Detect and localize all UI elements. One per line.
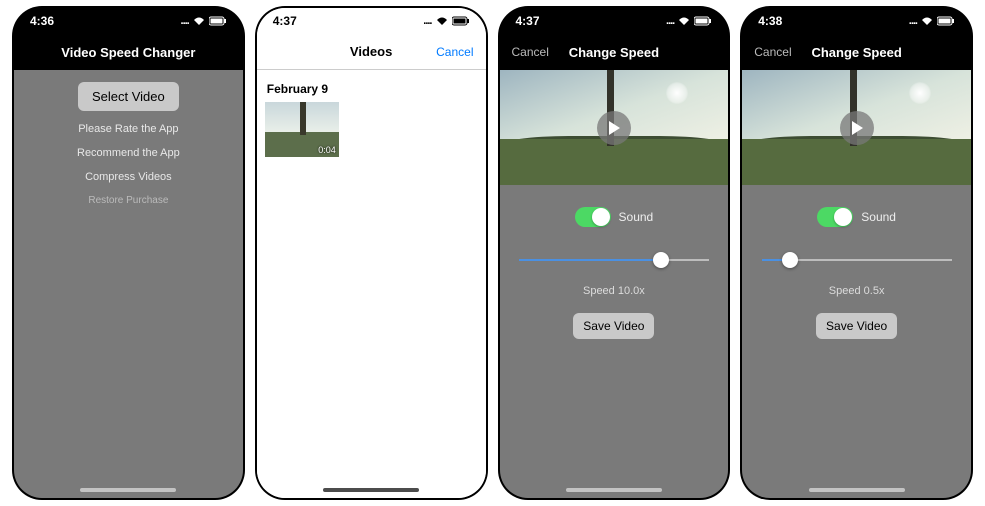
cellular-icon: .... <box>666 15 674 27</box>
sound-toggle-row: Sound <box>575 207 654 227</box>
screen-speed-fast: 4:37 .... Cancel Change Speed Sound <box>500 8 729 498</box>
slider-thumb[interactable] <box>782 252 798 268</box>
page-title: Change Speed <box>811 45 901 60</box>
cancel-button[interactable]: Cancel <box>436 45 473 59</box>
wifi-icon <box>678 16 690 26</box>
home-indicator <box>323 488 419 492</box>
compress-videos-link[interactable]: Compress Videos <box>85 171 172 183</box>
home-body: Select Video Please Rate the App Recomme… <box>14 70 243 498</box>
screen-picker: 4:37 .... Videos Cancel February 9 0:04 <box>257 8 486 498</box>
picker-body: February 9 0:04 <box>257 70 486 498</box>
status-time: 4:38 <box>758 14 782 28</box>
play-icon <box>609 121 620 135</box>
page-title: Videos <box>350 44 392 59</box>
battery-icon <box>452 16 470 26</box>
battery-icon <box>694 16 712 26</box>
speed-body: Sound Speed 10.0x Save Video <box>500 70 729 498</box>
restore-purchase-link[interactable]: Restore Purchase <box>88 195 168 206</box>
date-section-header: February 9 <box>265 78 478 102</box>
save-video-button[interactable]: Save Video <box>816 313 897 339</box>
video-preview[interactable] <box>500 70 729 185</box>
video-thumbnail[interactable]: 0:04 <box>265 102 339 157</box>
cancel-button[interactable]: Cancel <box>512 45 549 59</box>
cancel-button[interactable]: Cancel <box>754 45 791 59</box>
sound-label: Sound <box>861 210 896 224</box>
nav-bar: Video Speed Changer <box>14 34 243 70</box>
video-preview[interactable] <box>742 70 971 185</box>
nav-bar: Videos Cancel <box>257 34 486 70</box>
status-bar: 4:37 .... <box>500 8 729 34</box>
wifi-icon <box>436 16 448 26</box>
nav-bar: Cancel Change Speed <box>742 34 971 70</box>
status-time: 4:37 <box>273 14 297 28</box>
wifi-icon <box>193 16 205 26</box>
status-icons: .... <box>666 15 712 27</box>
home-indicator <box>80 488 176 492</box>
speed-body: Sound Speed 0.5x Save Video <box>742 70 971 498</box>
home-indicator <box>809 488 905 492</box>
nav-bar: Cancel Change Speed <box>500 34 729 70</box>
cellular-icon: .... <box>181 15 189 27</box>
page-title: Video Speed Changer <box>61 45 195 60</box>
screen-speed-slow: 4:38 .... Cancel Change Speed Sound <box>742 8 971 498</box>
status-icons: .... <box>181 15 227 27</box>
status-icons: .... <box>423 15 469 27</box>
cellular-icon: .... <box>423 15 431 27</box>
status-bar: 4:38 .... <box>742 8 971 34</box>
status-time: 4:36 <box>30 14 54 28</box>
battery-icon <box>937 16 955 26</box>
battery-icon <box>209 16 227 26</box>
speed-slider[interactable] <box>519 249 709 271</box>
screen-home: 4:36 .... Video Speed Changer Select Vid… <box>14 8 243 498</box>
sound-toggle-row: Sound <box>817 207 896 227</box>
wifi-icon <box>921 16 933 26</box>
page-title: Change Speed <box>569 45 659 60</box>
status-bar: 4:36 .... <box>14 8 243 34</box>
status-bar: 4:37 .... <box>257 8 486 34</box>
play-icon <box>852 121 863 135</box>
speed-slider[interactable] <box>762 249 952 271</box>
play-button[interactable] <box>597 111 631 145</box>
slider-thumb[interactable] <box>653 252 669 268</box>
status-time: 4:37 <box>516 14 540 28</box>
home-indicator <box>566 488 662 492</box>
rate-app-link[interactable]: Please Rate the App <box>78 123 178 135</box>
save-video-button[interactable]: Save Video <box>573 313 654 339</box>
sun-icon <box>909 82 931 104</box>
thumbnail-duration: 0:04 <box>318 145 336 155</box>
status-icons: .... <box>909 15 955 27</box>
play-button[interactable] <box>840 111 874 145</box>
sound-toggle[interactable] <box>817 207 853 227</box>
select-video-button[interactable]: Select Video <box>78 82 179 111</box>
sound-toggle[interactable] <box>575 207 611 227</box>
cellular-icon: .... <box>909 15 917 27</box>
speed-value-text: Speed 10.0x <box>583 285 645 297</box>
recommend-app-link[interactable]: Recommend the App <box>77 147 180 159</box>
sound-label: Sound <box>619 210 654 224</box>
speed-value-text: Speed 0.5x <box>829 285 885 297</box>
